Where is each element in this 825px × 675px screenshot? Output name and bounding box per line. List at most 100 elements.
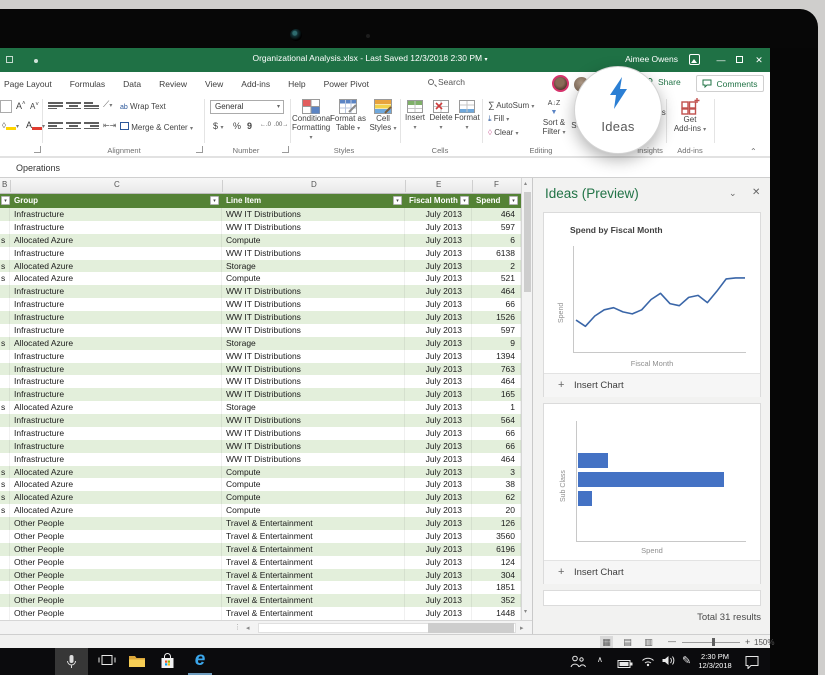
align-left-button[interactable] <box>48 121 63 133</box>
file-explorer-button[interactable] <box>128 653 146 673</box>
table-row[interactable]: Other PeopleTravel & EntertainmentJuly 2… <box>0 581 521 594</box>
merge-center-button[interactable]: Merge & Center ▾ <box>120 122 193 132</box>
column-header-f[interactable]: F <box>494 180 499 189</box>
table-row[interactable]: InfrastructureWW IT DistributionsJuly 20… <box>0 414 521 427</box>
table-row[interactable]: sAllocated AzureComputeJuly 201338 <box>0 478 521 491</box>
pane-splitter[interactable]: ⋮ <box>234 623 241 631</box>
formula-bar[interactable]: Operations <box>0 160 770 178</box>
horizontal-scroll-thumb[interactable] <box>428 623 514 633</box>
orientation-button[interactable]: ⟋▾ <box>103 99 112 110</box>
font-dialog-launcher[interactable] <box>34 146 41 153</box>
percent-style-button[interactable]: % <box>233 121 241 131</box>
table-row[interactable]: sAllocated AzureComputeJuly 20133 <box>0 466 521 479</box>
signed-in-user[interactable]: Aimee Owens <box>625 54 678 64</box>
sort-filter-button[interactable]: A↓Z▼ Sort &Filter ▾ <box>540 99 568 138</box>
filter-button[interactable]: ▾ <box>509 196 518 205</box>
insert-chart-button[interactable]: + Insert Chart <box>544 373 760 397</box>
collapse-ribbon-button[interactable]: ⌃ <box>750 147 757 156</box>
normal-view-icon[interactable]: ▦ <box>600 636 613 648</box>
table-row[interactable]: InfrastructureWW IT DistributionsJuly 20… <box>0 427 521 440</box>
ribbon-tab-help[interactable]: Help <box>288 79 305 89</box>
table-row[interactable]: InfrastructureWW IT DistributionsJuly 20… <box>0 388 521 401</box>
zoom-out-icon[interactable]: — <box>668 637 676 646</box>
comma-style-button[interactable]: 9 <box>247 121 252 131</box>
comments-button[interactable]: Comments <box>696 75 764 92</box>
zoom-level[interactable]: 150% <box>754 638 774 647</box>
increase-decimal-button[interactable]: ←.0 <box>260 122 271 128</box>
filter-button[interactable]: ▾ <box>1 196 10 205</box>
close-button[interactable]: ✕ <box>750 52 768 68</box>
table-row[interactable]: Other PeopleTravel & EntertainmentJuly 2… <box>0 569 521 582</box>
taskbar-clock[interactable]: 2:30 PM 12/3/2018 <box>696 652 734 670</box>
ribbon-tab-view[interactable]: View <box>205 79 223 89</box>
table-row[interactable]: InfrastructureWW IT DistributionsJuly 20… <box>0 324 521 337</box>
table-row[interactable]: Other PeopleTravel & EntertainmentJuly 2… <box>0 530 521 543</box>
table-row[interactable]: InfrastructureWW IT DistributionsJuly 20… <box>0 298 521 311</box>
user-photo-icon[interactable] <box>689 54 700 65</box>
clear-button[interactable]: ◊ Clear ▾ <box>488 128 519 137</box>
fill-button[interactable]: ⤓ Fill ▾ <box>488 114 509 124</box>
table-row[interactable]: sAllocated AzureStorageJuly 20132 <box>0 260 521 273</box>
column-header-b[interactable]: B <box>2 180 7 189</box>
page-layout-view-icon[interactable]: ▤ <box>621 636 634 648</box>
ribbon-tab-page-layout[interactable]: Page Layout <box>4 79 52 89</box>
filter-button[interactable]: ▾ <box>393 196 402 205</box>
format-cells-button[interactable]: Format▾ <box>453 100 481 133</box>
table-row[interactable]: sAllocated AzureComputeJuly 2013521 <box>0 272 521 285</box>
zoom-slider-thumb[interactable] <box>712 638 715 646</box>
table-row[interactable]: sAllocated AzureComputeJuly 201362 <box>0 491 521 504</box>
table-row[interactable]: InfrastructureWW IT DistributionsJuly 20… <box>0 221 521 234</box>
zoom-in-icon[interactable]: + <box>745 637 750 647</box>
store-button[interactable] <box>159 653 176 675</box>
table-row[interactable]: sAllocated AzureComputeJuly 20136 <box>0 234 521 247</box>
wifi-icon[interactable] <box>640 654 656 672</box>
number-format-select[interactable]: General <box>210 100 284 114</box>
minimize-button[interactable]: — <box>712 52 730 68</box>
table-row[interactable]: Other PeopleTravel & EntertainmentJuly 2… <box>0 607 521 620</box>
vertical-scroll-thumb[interactable] <box>524 192 531 292</box>
font-size-box[interactable] <box>0 100 12 115</box>
action-center-button[interactable] <box>744 654 760 674</box>
table-row[interactable]: InfrastructureWW IT DistributionsJuly 20… <box>0 247 521 260</box>
ideas-button[interactable]: Ideas <box>574 66 662 154</box>
task-view-button[interactable] <box>98 653 116 673</box>
get-addins-button[interactable]: GetAdd-ins ▾ <box>672 97 708 135</box>
align-bottom-button[interactable] <box>84 101 99 113</box>
decrease-decimal-button[interactable]: .00→ <box>274 122 288 128</box>
table-row[interactable]: InfrastructureWW IT DistributionsJuly 20… <box>0 440 521 453</box>
insert-cells-button[interactable]: Insert▾ <box>402 100 428 133</box>
scroll-down-icon[interactable]: ▾ <box>524 608 527 615</box>
alignment-dialog-launcher[interactable] <box>196 146 203 153</box>
column-header-e[interactable]: E <box>436 180 441 189</box>
column-header-d[interactable]: D <box>311 180 317 189</box>
align-top-button[interactable] <box>48 101 63 113</box>
ribbon-tab-power-pivot[interactable]: Power Pivot <box>324 79 369 89</box>
indent-buttons[interactable]: ⇤⇥ <box>103 121 116 130</box>
scroll-left-icon[interactable]: ◂ <box>246 624 250 632</box>
cell-styles-button[interactable]: CellStyles ▾ <box>366 99 400 134</box>
table-row[interactable]: Other PeopleTravel & EntertainmentJuly 2… <box>0 517 521 530</box>
font-color-button[interactable]: A▾ <box>26 120 45 130</box>
search-box[interactable]: Search <box>428 77 465 87</box>
table-row[interactable]: InfrastructureWW IT DistributionsJuly 20… <box>0 363 521 376</box>
table-row[interactable]: Other PeopleTravel & EntertainmentJuly 2… <box>0 543 521 556</box>
people-button[interactable] <box>570 654 586 674</box>
panel-options-icon[interactable]: ⌄ <box>729 188 737 199</box>
horizontal-scrollbar[interactable]: ⋮ ◂ ▸ <box>0 620 532 634</box>
table-row[interactable]: sAllocated AzureStorageJuly 20131 <box>0 401 521 414</box>
avatar[interactable] <box>552 75 569 92</box>
number-dialog-launcher[interactable] <box>282 146 289 153</box>
show-hidden-icons-chevron[interactable]: ∧ <box>597 655 603 664</box>
column-headers[interactable]: B C D E F <box>0 178 532 194</box>
table-row[interactable]: InfrastructureWW IT DistributionsJuly 20… <box>0 350 521 363</box>
delete-cells-button[interactable]: Delete▾ <box>428 100 454 133</box>
table-row[interactable]: InfrastructureWW IT DistributionsJuly 20… <box>0 453 521 466</box>
microphone-button[interactable] <box>55 648 88 675</box>
quick-access-icon[interactable] <box>34 59 38 63</box>
ribbon-tab-formulas[interactable]: Formulas <box>70 79 105 89</box>
scroll-right-icon[interactable]: ▸ <box>520 624 524 632</box>
scroll-up-icon[interactable]: ▴ <box>524 180 527 187</box>
shrink-font-button[interactable]: A˅ <box>30 102 39 111</box>
battery-icon[interactable] <box>617 656 634 674</box>
insert-chart-button[interactable]: + Insert Chart <box>544 560 760 584</box>
